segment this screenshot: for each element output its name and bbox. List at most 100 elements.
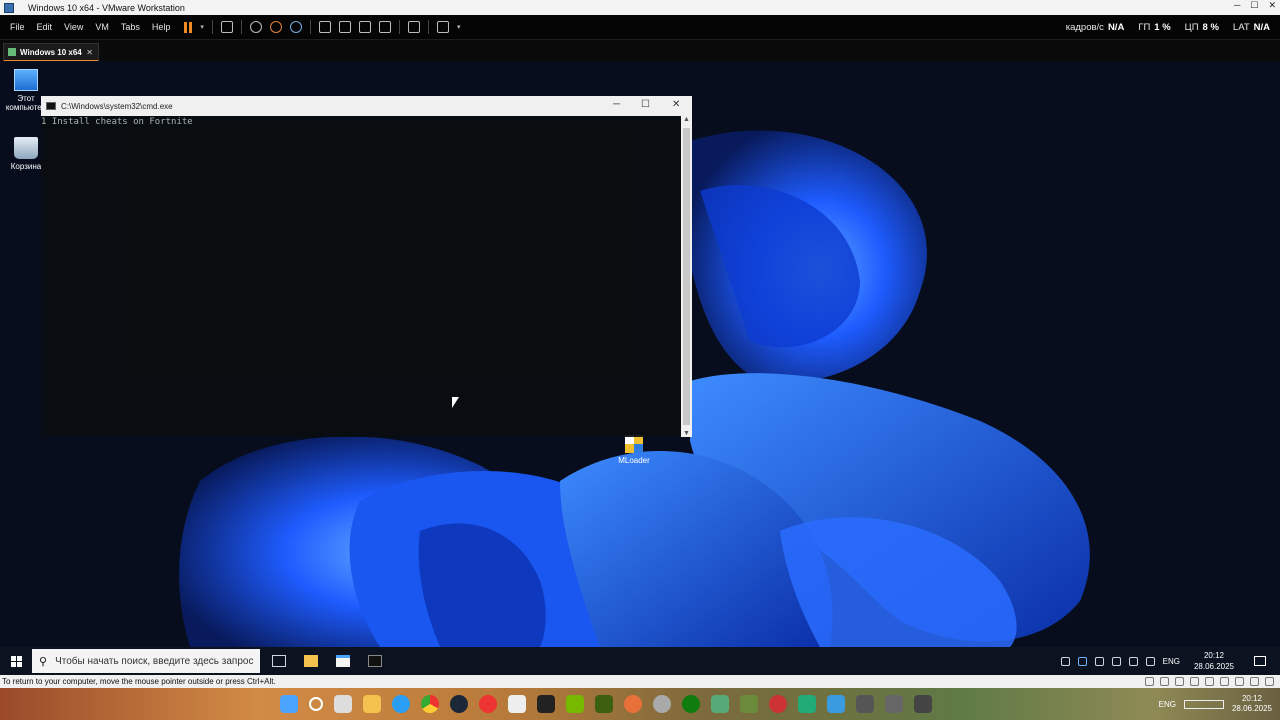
taskbar-clock[interactable]: 20:12 28.06.2025	[1194, 650, 1234, 672]
host-settings-icon[interactable]	[653, 695, 671, 713]
host-app-icon[interactable]	[508, 695, 526, 713]
host-app-icon[interactable]	[914, 695, 932, 713]
minimize-button[interactable]: ─	[1234, 0, 1240, 11]
host-app-icon[interactable]	[624, 695, 642, 713]
host-steam-icon[interactable]	[450, 695, 468, 713]
mouse-cursor-icon	[452, 397, 459, 408]
menu-file[interactable]: File	[4, 22, 31, 32]
host-search-icon[interactable]	[309, 697, 323, 711]
host-app-icon[interactable]	[827, 695, 845, 713]
mouse-capture-icon[interactable]	[1265, 677, 1274, 686]
perf-lat: LAT N/A	[1232, 21, 1270, 33]
host-chrome-icon[interactable]	[421, 695, 439, 713]
host-clock[interactable]: 20:12 28.06.2025	[1232, 694, 1272, 714]
dropdown-icon[interactable]: ▾	[457, 23, 461, 31]
recycle-bin-icon	[14, 137, 38, 159]
search-placeholder: Чтобы начать поиск, введите здесь запрос	[55, 655, 254, 667]
bluetooth-icon[interactable]	[1077, 656, 1087, 666]
scroll-down-icon[interactable]: ▼	[681, 430, 692, 437]
host-app-icon[interactable]	[711, 695, 729, 713]
tab-close-icon[interactable]: ✕	[86, 48, 93, 57]
host-app-icon[interactable]	[740, 695, 758, 713]
snapshot-manager-icon[interactable]	[289, 21, 302, 33]
host-system-tray: ENG 20:12 28.06.2025	[1159, 688, 1272, 720]
host-yandex-icon[interactable]	[479, 695, 497, 713]
cmd-minimize-button[interactable]: ─	[613, 99, 620, 110]
menu-vm[interactable]: VM	[89, 22, 115, 32]
toolbar-icons: ▾ ▾	[184, 20, 460, 34]
file-explorer-icon[interactable]	[304, 655, 318, 667]
keyboard-icon[interactable]	[1060, 656, 1070, 666]
clock-date: 28.06.2025	[1193, 662, 1234, 671]
message-icon[interactable]	[1235, 677, 1244, 686]
library-icon[interactable]	[318, 21, 331, 33]
cmd-scrollbar[interactable]: ▲ ▼	[681, 116, 692, 437]
host-app-icon[interactable]	[798, 695, 816, 713]
host-explorer-icon[interactable]	[363, 695, 381, 713]
vm-tab-label: Windows 10 x64	[20, 47, 82, 57]
scroll-up-icon[interactable]: ▲	[681, 116, 692, 123]
language-indicator[interactable]: ENG	[1163, 657, 1180, 666]
status-message: To return to your computer, move the mou…	[2, 677, 276, 686]
maximize-button[interactable]: ☐	[1250, 0, 1258, 11]
performance-counters: кадров/с N/A ГП 1 % ЦП 8 % LAT N/A	[1066, 15, 1270, 39]
host-clock-date: 28.06.2025	[1231, 704, 1272, 713]
window-controls: ─ ☐ ✕	[1234, 0, 1276, 11]
full-screen-icon[interactable]	[358, 21, 371, 33]
cmd-title-bar[interactable]: C:\Windows\system32\cmd.exe ─ ☐ ✕	[41, 96, 692, 116]
cmd-taskbar-icon[interactable]	[368, 655, 382, 667]
send-ctrl-alt-del-icon[interactable]	[220, 21, 233, 33]
host-nvidia-icon[interactable]	[566, 695, 584, 713]
task-view-icon[interactable]	[272, 655, 286, 667]
snapshot-icon[interactable]	[249, 21, 262, 33]
host-tray-icons[interactable]	[1183, 699, 1224, 709]
sound-card-icon[interactable]	[1205, 677, 1214, 686]
host-edge-icon[interactable]	[392, 695, 410, 713]
vm-tab[interactable]: Windows 10 x64 ✕	[3, 43, 99, 62]
tray-overflow-icon[interactable]	[1094, 656, 1104, 666]
desktop-icon-mloader[interactable]: MLoader	[609, 435, 659, 465]
revert-snapshot-icon[interactable]	[269, 21, 282, 33]
host-clock-time: 20:12	[1241, 694, 1262, 703]
dropdown-icon[interactable]: ▾	[200, 23, 204, 31]
host-start-icon[interactable]	[280, 695, 298, 713]
close-button[interactable]: ✕	[1268, 0, 1276, 11]
microsoft-store-icon[interactable]	[336, 655, 350, 667]
menu-edit[interactable]: Edit	[31, 22, 59, 32]
display-icon[interactable]	[1220, 677, 1229, 686]
pause-icon[interactable]	[184, 21, 193, 33]
unity-icon[interactable]	[378, 21, 391, 33]
host-language-indicator[interactable]: ENG	[1159, 700, 1176, 709]
scroll-thumb[interactable]	[683, 128, 690, 425]
start-button[interactable]	[0, 647, 32, 675]
microphone-icon[interactable]	[1250, 677, 1259, 686]
network-adapter-icon[interactable]	[1175, 677, 1184, 686]
cd-icon[interactable]	[1160, 677, 1169, 686]
host-epic-icon[interactable]	[537, 695, 555, 713]
host-nvidia-app-icon[interactable]	[595, 695, 613, 713]
stretch-guest-icon[interactable]	[436, 21, 449, 33]
screen: Windows 10 x64 - VMware Workstation ─ ☐ …	[0, 0, 1280, 720]
vmware-toolbar: File Edit View VM Tabs Help ▾ ▾ кадров/с…	[0, 15, 1280, 39]
notification-icon[interactable]	[1254, 656, 1266, 666]
host-vmware-icon[interactable]	[885, 695, 903, 713]
thumbnail-bar-icon[interactable]	[338, 21, 351, 33]
host-app-icon[interactable]	[769, 695, 787, 713]
cmd-window[interactable]: C:\Windows\system32\cmd.exe ─ ☐ ✕ 1 Inst…	[41, 96, 692, 437]
cmd-console[interactable]: 1 Install cheats on Fortnite	[41, 116, 681, 437]
taskbar-search-box[interactable]: ⚲ Чтобы начать поиск, введите здесь запр…	[32, 649, 260, 673]
menu-view[interactable]: View	[58, 22, 89, 32]
cmd-maximize-button[interactable]: ☐	[641, 99, 650, 110]
volume-icon[interactable]	[1128, 656, 1138, 666]
menu-help[interactable]: Help	[146, 22, 177, 32]
host-xbox-icon[interactable]	[682, 695, 700, 713]
sound-settings-icon[interactable]	[1145, 656, 1155, 666]
cmd-close-button[interactable]: ✕	[672, 99, 680, 110]
usb-icon[interactable]	[1190, 677, 1199, 686]
menu-tabs[interactable]: Tabs	[115, 22, 146, 32]
network-icon[interactable]	[1111, 656, 1121, 666]
host-app-icon[interactable]	[856, 695, 874, 713]
host-task-view-icon[interactable]	[334, 695, 352, 713]
console-view-icon[interactable]	[407, 21, 420, 33]
hdd-icon[interactable]	[1145, 677, 1154, 686]
